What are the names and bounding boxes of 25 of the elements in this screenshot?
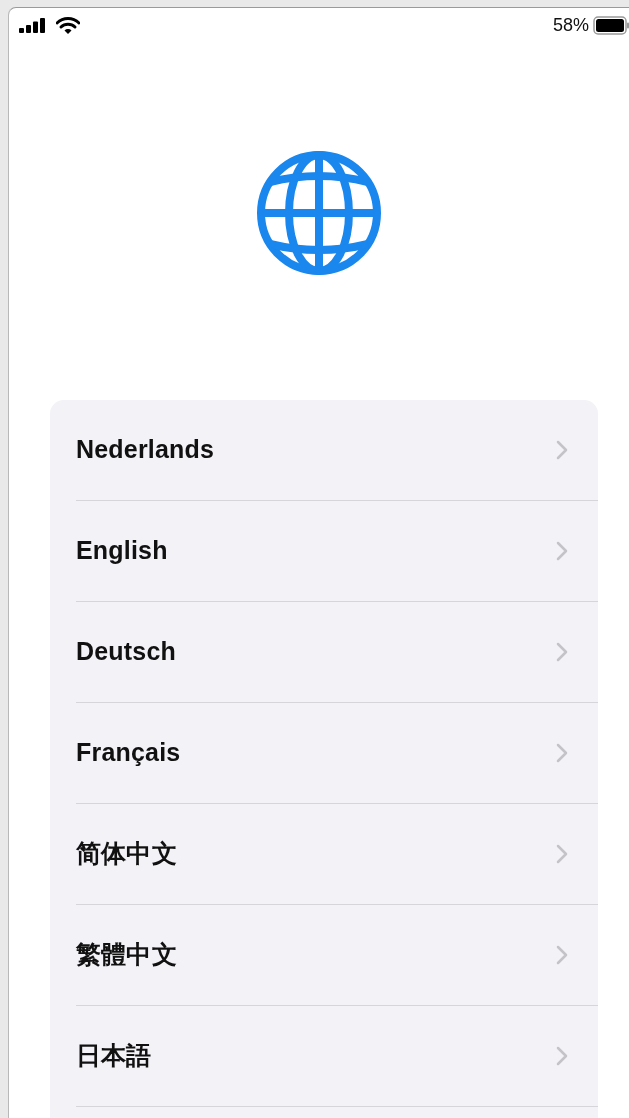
chevron-icon (556, 642, 568, 662)
chevron-icon (556, 844, 568, 864)
language-label: Nederlands (76, 434, 215, 466)
language-row[interactable]: Nederlands (76, 400, 598, 501)
battery-percentage: 58% (552, 13, 589, 37)
language-label: 简体中文 (76, 838, 177, 870)
wifi-icon (56, 16, 80, 34)
chevron-icon (556, 1046, 568, 1066)
language-label: English (76, 535, 168, 567)
language-row[interactable]: Français (76, 703, 598, 804)
signal-icon (19, 17, 48, 33)
chevron-icon (556, 440, 568, 460)
language-row[interactable]: English (76, 501, 598, 602)
language-label: 日本語 (76, 1040, 152, 1072)
language-label: Deutsch (76, 636, 177, 668)
language-label: 繁體中文 (76, 939, 177, 971)
language-row[interactable]: 日本語 (76, 1006, 598, 1107)
chevron-icon (556, 743, 568, 763)
chevron-icon (556, 945, 568, 965)
globe-icon (256, 150, 382, 276)
language-row[interactable]: Deutsch (76, 602, 598, 703)
language-row[interactable]: 繁體中文 (76, 905, 598, 1006)
chevron-icon (556, 541, 568, 561)
language-row[interactable]: 简体中文 (76, 804, 598, 905)
language-label: Français (76, 737, 181, 769)
